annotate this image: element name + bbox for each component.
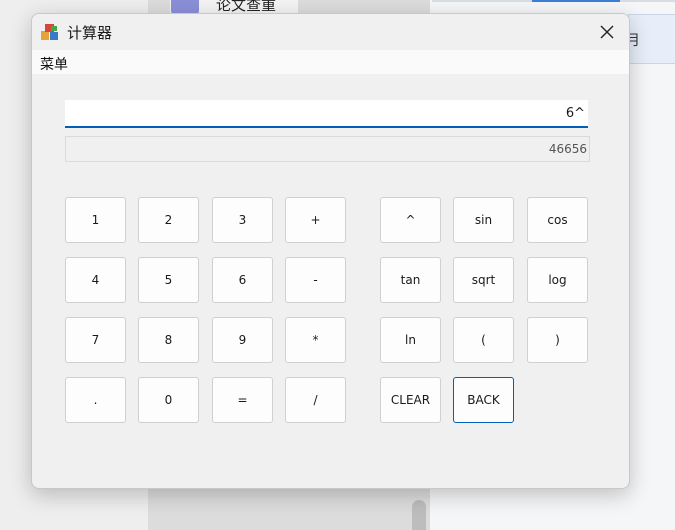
tan-button[interactable]: tan bbox=[380, 257, 441, 303]
key-3-button[interactable]: 3 bbox=[212, 197, 273, 243]
calculator-window: 计算器 菜单 46656 1 2 3 + ^ sin cos 4 5 6 - t… bbox=[31, 13, 630, 489]
minus-button[interactable]: - bbox=[285, 257, 346, 303]
background-scrollbar bbox=[412, 500, 426, 530]
key-8-button[interactable]: 8 bbox=[138, 317, 199, 363]
key-5-button[interactable]: 5 bbox=[138, 257, 199, 303]
right-paren-button[interactable]: ) bbox=[527, 317, 588, 363]
multiply-button[interactable]: * bbox=[285, 317, 346, 363]
equals-button[interactable]: = bbox=[212, 377, 273, 423]
decimal-point-button[interactable]: . bbox=[65, 377, 126, 423]
key-9-button[interactable]: 9 bbox=[212, 317, 273, 363]
key-1-button[interactable]: 1 bbox=[65, 197, 126, 243]
back-button[interactable]: BACK bbox=[453, 377, 514, 423]
sin-button[interactable]: sin bbox=[453, 197, 514, 243]
key-0-button[interactable]: 0 bbox=[138, 377, 199, 423]
menu-item-menu[interactable]: 菜单 bbox=[40, 54, 68, 74]
result-display: 46656 bbox=[65, 136, 590, 162]
key-6-button[interactable]: 6 bbox=[212, 257, 273, 303]
sqrt-button[interactable]: sqrt bbox=[453, 257, 514, 303]
window-title: 计算器 bbox=[67, 24, 113, 42]
power-button[interactable]: ^ bbox=[380, 197, 441, 243]
close-button[interactable] bbox=[592, 18, 622, 46]
background-active-tab bbox=[532, 0, 620, 2]
expression-input[interactable] bbox=[65, 100, 588, 128]
plus-button[interactable]: + bbox=[285, 197, 346, 243]
menu-bar: 菜单 bbox=[32, 50, 629, 74]
divide-button[interactable]: / bbox=[285, 377, 346, 423]
key-7-button[interactable]: 7 bbox=[65, 317, 126, 363]
key-4-button[interactable]: 4 bbox=[65, 257, 126, 303]
key-2-button[interactable]: 2 bbox=[138, 197, 199, 243]
close-icon bbox=[600, 25, 614, 39]
title-bar[interactable]: 计算器 bbox=[32, 14, 629, 50]
clear-button[interactable]: CLEAR bbox=[380, 377, 441, 423]
log-button[interactable]: log bbox=[527, 257, 588, 303]
document-icon bbox=[171, 0, 199, 14]
left-paren-button[interactable]: ( bbox=[453, 317, 514, 363]
app-icon bbox=[41, 24, 58, 40]
cos-button[interactable]: cos bbox=[527, 197, 588, 243]
ln-button[interactable]: ln bbox=[380, 317, 441, 363]
